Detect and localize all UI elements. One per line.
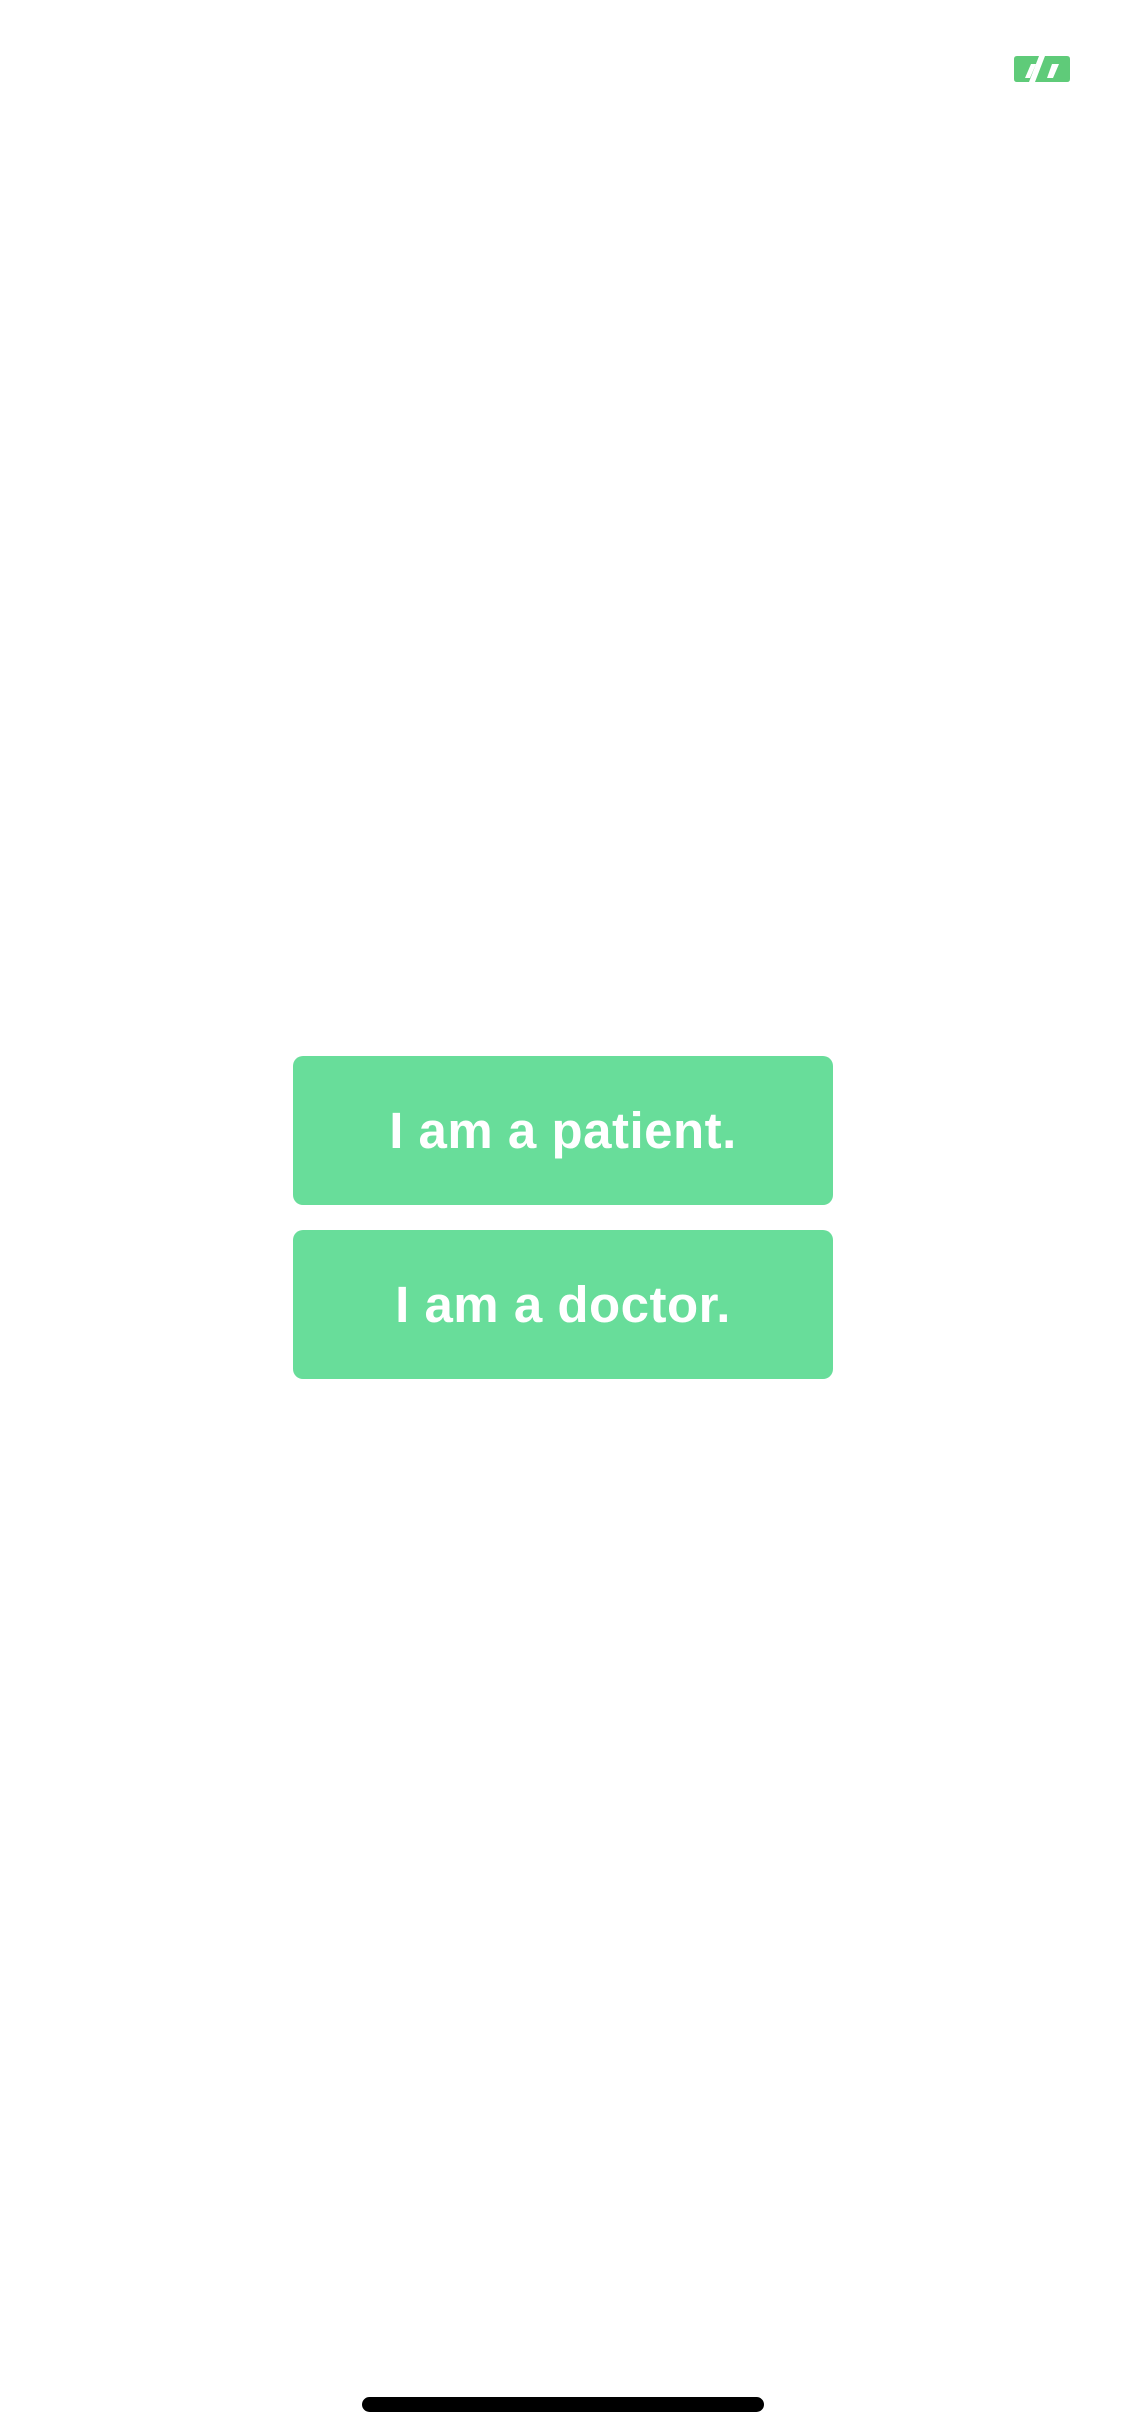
role-selection-screen: I am a patient. I am a doctor. [0,0,1125,2436]
home-indicator [362,2397,764,2412]
role-buttons: I am a patient. I am a doctor. [293,1056,833,1379]
quote-icon [1014,56,1070,82]
patient-button[interactable]: I am a patient. [293,1056,833,1205]
doctor-button[interactable]: I am a doctor. [293,1230,833,1379]
